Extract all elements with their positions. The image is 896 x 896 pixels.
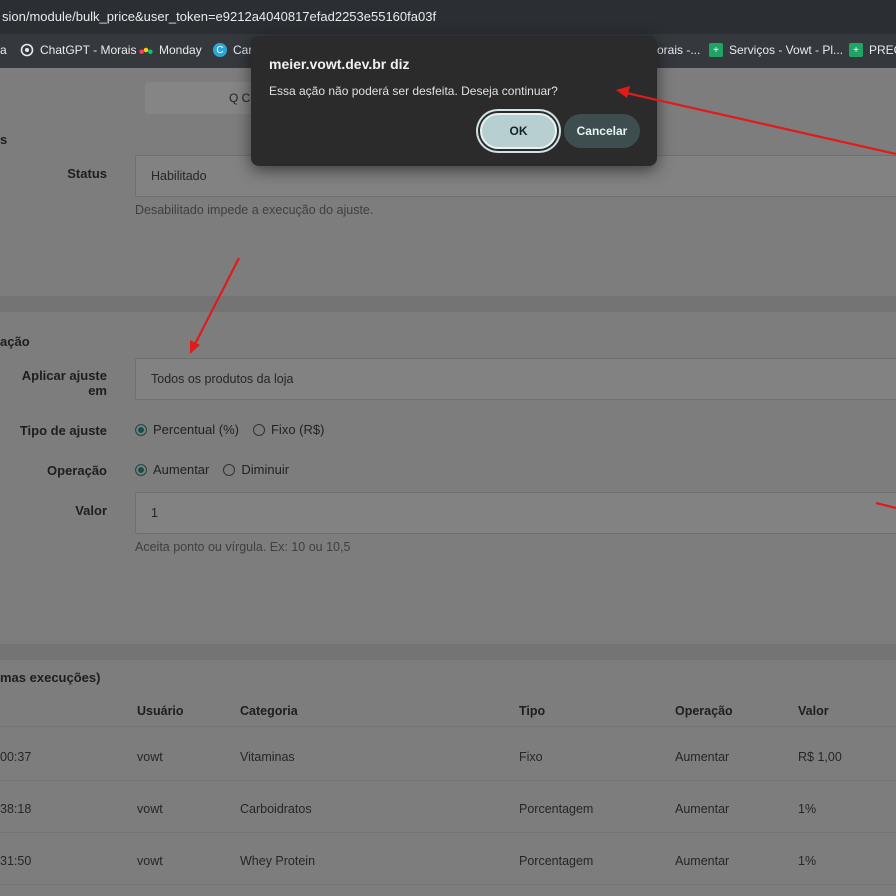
- type-radio-group: Percentual (%) Fixo (R$): [135, 422, 338, 437]
- operation-radio-group: Aumentar Diminuir: [135, 462, 303, 477]
- monday-icon: [139, 43, 153, 57]
- bookmark-chatgpt[interactable]: ChatGPT - Morais: [20, 43, 136, 57]
- table-divider: [0, 884, 896, 885]
- address-bar[interactable]: sion/module/bulk_price&user_token=e9212a…: [0, 0, 896, 34]
- col-header-type: Tipo: [519, 704, 546, 718]
- radio-decrease[interactable]: [223, 463, 236, 476]
- status-help-text: Desabilitado impede a execução do ajuste…: [135, 203, 374, 217]
- value-help-text: Aceita ponto ou vírgula. Ex: 10 ou 10,5: [135, 540, 351, 554]
- ok-button[interactable]: OK: [480, 113, 557, 149]
- status-label: Status: [67, 166, 107, 181]
- sheets-icon: +: [709, 43, 723, 57]
- apply-label: Aplicar ajuste em: [21, 368, 107, 398]
- radio-increase[interactable]: [135, 463, 147, 476]
- table-divider: [0, 726, 896, 727]
- type-option-percent[interactable]: Percentual (%): [135, 422, 239, 437]
- dialog-message: Essa ação não poderá ser desfeita. Desej…: [269, 84, 558, 98]
- config-section-title: ação: [0, 334, 30, 349]
- operation-option-decrease[interactable]: Diminuir: [223, 462, 289, 477]
- bookmark-item[interactable]: orais -...: [657, 43, 700, 57]
- table-divider: [0, 832, 896, 833]
- sheets-icon: +: [849, 43, 863, 57]
- col-header-operation: Operação: [675, 704, 733, 718]
- col-header-value: Valor: [798, 704, 829, 718]
- bookmark-servicos[interactable]: + Serviços - Vowt - Pl...: [709, 43, 843, 57]
- radio-fixed[interactable]: [252, 423, 265, 436]
- bookmark-item[interactable]: a: [0, 43, 7, 57]
- value-input[interactable]: 1: [135, 492, 896, 534]
- cancel-button[interactable]: Cancelar: [564, 114, 640, 148]
- page-content: Q C s Status Habilitado Desabilitado imp…: [0, 68, 896, 896]
- dialog-title: meier.vowt.dev.br diz: [269, 56, 410, 72]
- search-tab[interactable]: Q C: [145, 82, 265, 114]
- section-divider: [0, 644, 896, 660]
- openai-icon: [20, 43, 34, 57]
- bookmark-monday[interactable]: Monday: [139, 43, 202, 57]
- value-label: Valor: [75, 503, 107, 518]
- operation-option-increase[interactable]: Aumentar: [135, 462, 209, 477]
- history-section-title: mas execuções): [0, 670, 101, 685]
- bookmark-canva[interactable]: C Car: [213, 43, 252, 57]
- col-header-category: Categoria: [240, 704, 298, 718]
- radio-percent[interactable]: [135, 423, 147, 436]
- url-text: sion/module/bulk_price&user_token=e9212a…: [2, 9, 437, 24]
- canva-icon: C: [213, 43, 227, 57]
- operation-label: Operação: [47, 463, 107, 478]
- col-header-user: Usuário: [137, 704, 184, 718]
- bookmark-preco[interactable]: + PREÇO: [849, 43, 896, 57]
- confirm-dialog: meier.vowt.dev.br diz Essa ação não pode…: [251, 36, 657, 166]
- status-section-title: s: [0, 132, 8, 147]
- section-divider: [0, 296, 896, 312]
- type-option-fixed[interactable]: Fixo (R$): [252, 422, 324, 437]
- table-divider: [0, 780, 896, 781]
- type-label: Tipo de ajuste: [19, 423, 107, 438]
- apply-select[interactable]: Todos os produtos da loja: [135, 358, 896, 400]
